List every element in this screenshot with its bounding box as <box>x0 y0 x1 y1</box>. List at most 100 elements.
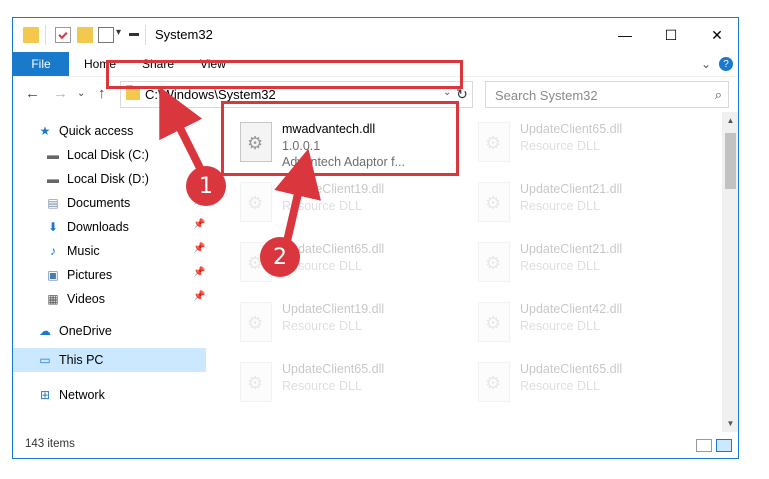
file-name: UpdateClient65.dll <box>520 122 623 136</box>
sidebar-item-quick-access[interactable]: ★ Quick access <box>37 120 134 142</box>
file-item[interactable]: UpdateClient42.dll Resource DLL <box>472 298 702 354</box>
search-box[interactable]: Search System32 ⌕ <box>485 81 729 108</box>
sidebar-item-label: Network <box>59 388 105 402</box>
dll-file-icon <box>478 362 510 402</box>
sidebar-item-label: This PC <box>59 353 104 367</box>
window-title: System32 <box>155 27 213 42</box>
details-view-icon[interactable] <box>696 439 712 452</box>
recent-locations-icon[interactable]: ⌄ <box>77 88 85 99</box>
close-button[interactable]: ✕ <box>694 18 738 52</box>
address-highlight-box <box>106 60 463 89</box>
up-button[interactable]: ↑ <box>98 85 106 102</box>
computer-icon: ▭ <box>39 353 51 367</box>
pin-icon[interactable]: 📌 <box>193 267 205 278</box>
file-item[interactable]: UpdateClient19.dll Resource DLL <box>234 178 464 234</box>
sidebar-item-label: Downloads <box>67 220 129 234</box>
folder-icon <box>126 85 140 100</box>
customize-qat-icon[interactable]: ▬ <box>129 28 139 39</box>
file-description: Resource DLL <box>520 319 600 333</box>
dll-file-icon <box>478 302 510 342</box>
item-count: 143 items <box>25 438 75 450</box>
file-description: Resource DLL <box>520 379 600 393</box>
sidebar-item-label: Local Disk (C:) <box>67 148 149 162</box>
scroll-up-button[interactable]: ▲ <box>722 112 738 129</box>
scroll-down-button[interactable]: ▼ <box>722 415 738 432</box>
sidebar-item-label: Music <box>67 244 100 258</box>
file-description: Resource DLL <box>282 379 362 393</box>
dll-file-icon <box>478 122 510 162</box>
star-icon: ★ <box>39 124 51 138</box>
music-icon: ♪ <box>50 244 56 258</box>
cloud-icon: ☁ <box>39 324 51 338</box>
status-bar: 143 items <box>13 432 738 458</box>
vertical-scrollbar[interactable]: ▲ ▼ <box>722 112 738 432</box>
videos-icon: ▦ <box>47 292 59 306</box>
search-placeholder: Search System32 <box>495 88 598 103</box>
large-icons-view-icon[interactable] <box>716 439 732 452</box>
file-description: Resource DLL <box>520 259 600 273</box>
file-name: UpdateClient65.dll <box>520 362 623 376</box>
qat-dropdown-icon[interactable]: ▾ <box>116 27 121 38</box>
minimize-button[interactable]: — <box>602 18 648 52</box>
dll-file-icon <box>478 182 510 222</box>
file-name: UpdateClient21.dll <box>520 182 623 196</box>
scroll-thumb[interactable] <box>725 133 736 189</box>
file-description: Resource DLL <box>282 199 362 213</box>
title-bar: ▾ ▬ System32 — ☐ ✕ <box>13 18 738 52</box>
view-options-icon[interactable] <box>98 27 114 43</box>
dll-file-icon <box>240 362 272 402</box>
step-1-badge: 1 <box>186 166 226 206</box>
folder-icon <box>23 27 39 43</box>
file-highlight-box <box>221 101 459 176</box>
properties-icon[interactable] <box>55 27 71 43</box>
sidebar-item-label: Videos <box>67 292 105 306</box>
file-item[interactable]: UpdateClient65.dll Resource DLL <box>472 118 702 174</box>
file-name: UpdateClient19.dll <box>282 302 385 316</box>
new-folder-icon[interactable] <box>77 27 93 43</box>
file-name: UpdateClient65.dll <box>282 362 385 376</box>
sidebar-item-onedrive[interactable]: ☁ OneDrive <box>37 320 112 342</box>
address-path[interactable]: C:\Windows\System32 <box>145 87 276 102</box>
dll-file-icon <box>240 182 272 222</box>
sidebar-item-this-pc[interactable]: ▭ This PC <box>37 349 103 371</box>
sidebar-item-label: Quick access <box>59 124 134 138</box>
navigation-pane: ★ Quick access ▬ Local Disk (C:) ▬ Local… <box>13 112 208 432</box>
file-name: UpdateClient42.dll <box>520 302 623 316</box>
back-button[interactable]: ← <box>25 85 40 102</box>
divider <box>145 25 146 45</box>
pin-icon[interactable]: 📌 <box>193 219 205 230</box>
sidebar-item-downloads[interactable]: ⬇ Downloads <box>45 216 129 238</box>
file-item[interactable]: UpdateClient65.dll Resource DLL <box>234 358 464 414</box>
sidebar-item-local-disk-d[interactable]: ▬ Local Disk (D:) <box>45 168 149 190</box>
tab-file[interactable]: File <box>13 52 69 76</box>
network-icon: ⊞ <box>39 388 51 402</box>
sidebar-item-label: Documents <box>67 196 131 210</box>
sidebar-item-documents[interactable]: ▤ Documents <box>45 192 130 214</box>
sidebar-item-label: OneDrive <box>59 324 112 338</box>
file-item[interactable]: UpdateClient21.dll Resource DLL <box>472 238 702 294</box>
expand-ribbon-icon[interactable]: ⌄ <box>701 52 711 76</box>
maximize-button[interactable]: ☐ <box>648 18 694 52</box>
search-icon: ⌕ <box>714 87 722 102</box>
sidebar-item-pictures[interactable]: ▣ Pictures <box>45 264 112 286</box>
forward-button[interactable]: → <box>53 85 68 102</box>
step-2-badge: 2 <box>260 237 300 277</box>
file-item[interactable]: UpdateClient19.dll Resource DLL <box>234 298 464 354</box>
sidebar-item-label: Local Disk (D:) <box>67 172 149 186</box>
pin-icon[interactable]: 📌 <box>193 243 205 254</box>
sidebar-item-network[interactable]: ⊞ Network <box>37 384 105 406</box>
downloads-icon: ⬇ <box>47 220 59 234</box>
drive-icon: ▬ <box>47 172 59 186</box>
file-item[interactable]: UpdateClient65.dll Resource DLL <box>472 358 702 414</box>
file-description: Resource DLL <box>282 319 362 333</box>
file-name: UpdateClient21.dll <box>520 242 623 256</box>
pin-icon[interactable]: 📌 <box>193 291 205 302</box>
sidebar-item-local-disk-c[interactable]: ▬ Local Disk (C:) <box>45 144 149 166</box>
dll-file-icon <box>478 242 510 282</box>
documents-icon: ▤ <box>47 196 59 210</box>
sidebar-item-videos[interactable]: ▦ Videos <box>45 288 105 310</box>
help-icon[interactable]: ? <box>719 57 733 71</box>
pictures-icon: ▣ <box>47 268 59 282</box>
sidebar-item-music[interactable]: ♪ Music <box>45 240 100 262</box>
file-item[interactable]: UpdateClient21.dll Resource DLL <box>472 178 702 234</box>
